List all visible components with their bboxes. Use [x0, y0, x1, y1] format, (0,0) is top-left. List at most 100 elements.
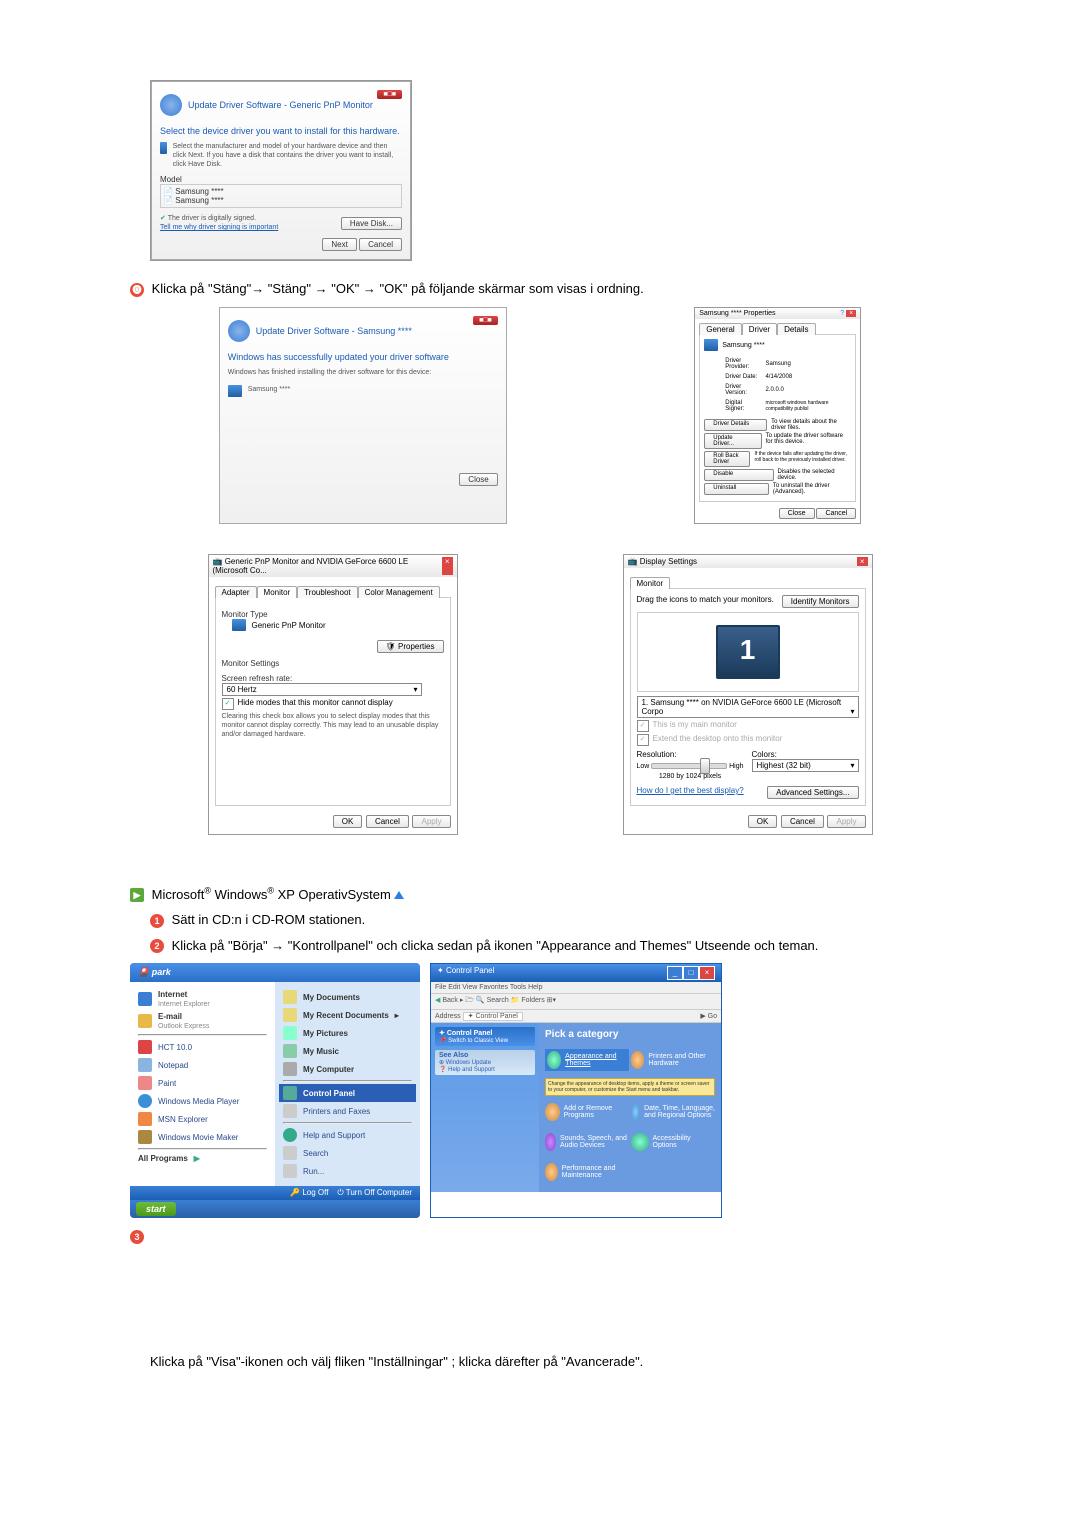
back-button[interactable] — [228, 320, 250, 342]
pick-category: Pick a category — [545, 1029, 715, 1040]
model-row[interactable]: 📄 Samsung **** — [163, 196, 399, 205]
refresh-label: Screen refresh rate: — [222, 674, 444, 683]
cancel-button[interactable]: Cancel — [816, 508, 856, 519]
ok-button[interactable]: OK — [333, 815, 363, 828]
tab-details[interactable]: Details — [777, 323, 815, 335]
cat-appearance[interactable]: Appearance and Themes — [545, 1049, 629, 1071]
model-label: Model — [160, 175, 402, 184]
best-display-link[interactable]: How do I get the best display? — [637, 786, 744, 799]
update-driver-button[interactable]: Update Driver... — [704, 433, 761, 449]
back-button[interactable] — [160, 94, 182, 116]
advanced-button[interactable]: Advanced Settings... — [767, 786, 858, 799]
properties-button[interactable]: 🛡 Properties — [377, 640, 444, 653]
cat-performance[interactable]: Performance and Maintenance — [545, 1163, 629, 1181]
success-title: Windows has successfully updated your dr… — [228, 352, 498, 362]
window-title: Samsung **** Properties — [699, 310, 775, 317]
tab-driver[interactable]: Driver — [742, 323, 777, 335]
have-disk-button[interactable]: Have Disk... — [341, 217, 402, 230]
up-arrow-icon — [394, 891, 404, 899]
signing-link[interactable]: Tell me why driver signing is important — [160, 224, 278, 231]
start-recent[interactable]: My Recent Documents ▸ — [283, 1006, 412, 1024]
step-marker-1: 1 — [150, 914, 164, 928]
cancel-button[interactable]: Cancel — [781, 815, 824, 828]
start-pics[interactable]: My Pictures — [283, 1024, 412, 1042]
cat-sounds[interactable]: Sounds, Speech, and Audio Devices — [545, 1133, 629, 1151]
monitor-preview[interactable]: 1 — [716, 625, 780, 679]
settings-label: Monitor Settings — [222, 659, 444, 668]
resolution-slider[interactable] — [651, 763, 727, 769]
turnoff-button[interactable]: ⏻ Turn Off Computer — [337, 1188, 412, 1197]
colors-label: Colors: — [752, 750, 859, 759]
cancel-button[interactable]: Cancel — [359, 238, 402, 251]
cancel-button[interactable]: Cancel — [366, 815, 409, 828]
apply-button[interactable]: Apply — [827, 815, 865, 828]
start-internet[interactable]: InternetInternet Explorer — [138, 988, 267, 1010]
tab-color[interactable]: Color Management — [358, 586, 440, 598]
logoff-button[interactable]: 🔑 Log Off — [290, 1188, 328, 1197]
start-docs[interactable]: My Documents — [283, 988, 412, 1006]
resolution-value: 1280 by 1024 pixels — [637, 773, 744, 780]
window-controls[interactable]: _□× — [667, 966, 715, 980]
rollback-button[interactable]: Roll Back Driver — [704, 451, 750, 467]
signed-label: The driver is digitally signed. — [168, 215, 256, 222]
start-control-panel[interactable]: Control Panel — [279, 1084, 416, 1102]
warning-text: Clearing this check box allows you to se… — [222, 712, 444, 739]
start-music[interactable]: My Music — [283, 1042, 412, 1060]
step1-text: Sätt in CD:n i CD-ROM stationen. — [172, 912, 366, 927]
bottom-instruction: Klicka på "Visa"-ikonen och välj fliken … — [150, 1354, 950, 1369]
xp-heading: Microsoft® Windows® XP OperativSystem — [152, 887, 391, 902]
next-button[interactable]: Next — [322, 238, 356, 251]
device-name: Samsung **** — [248, 385, 290, 397]
model-row[interactable]: 📄 Samsung **** — [163, 187, 399, 196]
start-computer[interactable]: My Computer — [283, 1060, 412, 1078]
window-title: 📺 Generic PnP Monitor and NVIDIA GeForce… — [213, 557, 442, 575]
start-paint[interactable]: Paint — [138, 1074, 267, 1092]
monitor-type-label: Monitor Type — [222, 610, 444, 619]
cat-addremove[interactable]: Add or Remove Programs — [545, 1103, 629, 1121]
ok-button[interactable]: OK — [748, 815, 778, 828]
drag-label: Drag the icons to match your monitors. — [637, 595, 774, 608]
apply-button[interactable]: Apply — [412, 815, 450, 828]
start-button[interactable]: start — [136, 1202, 176, 1216]
instruction-text: Klicka på "Stäng"→ "Stäng" → "OK" → "OK"… — [152, 281, 644, 296]
close-button[interactable]: Close — [779, 508, 815, 519]
monitor-icon — [160, 142, 167, 154]
start-notepad[interactable]: Notepad — [138, 1056, 267, 1074]
tab-monitor[interactable]: Monitor — [630, 577, 671, 589]
adapter-dropdown[interactable]: 1. Samsung **** on NVIDIA GeForce 6600 L… — [637, 696, 859, 718]
identify-button[interactable]: Identify Monitors — [782, 595, 859, 608]
start-wmp[interactable]: Windows Media Player — [138, 1092, 267, 1110]
dialog-title: Select the device driver you want to ins… — [160, 126, 402, 136]
cat-printers[interactable]: Printers and Other Hardware — [631, 1049, 715, 1071]
driver-details-button[interactable]: Driver Details — [704, 419, 767, 431]
cat-accessibility[interactable]: Accessibility Options — [631, 1133, 715, 1151]
start-help[interactable]: Help and Support — [283, 1126, 412, 1144]
start-hct[interactable]: HCT 10.0 — [138, 1038, 267, 1056]
tab-general[interactable]: General — [699, 323, 741, 335]
colors-dropdown[interactable]: Highest (32 bit) — [752, 759, 859, 772]
disable-button[interactable]: Disable — [704, 469, 773, 481]
start-msn[interactable]: MSN Explorer — [138, 1110, 267, 1128]
close-icon[interactable]: × — [846, 310, 856, 317]
cat-datetime[interactable]: Date, Time, Language, and Regional Optio… — [631, 1103, 715, 1121]
tooltip: Change the appearance of desktop items, … — [545, 1078, 715, 1096]
close-icon[interactable]: × — [857, 557, 868, 566]
start-printers[interactable]: Printers and Faxes — [283, 1102, 412, 1120]
tab-troubleshoot[interactable]: Troubleshoot — [297, 586, 357, 598]
refresh-dropdown[interactable]: 60 Hertz — [222, 683, 422, 696]
close-icon[interactable]: × — [442, 557, 453, 575]
start-email[interactable]: E-mailOutlook Express — [138, 1010, 267, 1032]
close-icon: ■□■ — [473, 316, 498, 325]
start-run[interactable]: Run... — [283, 1162, 412, 1180]
cp-menu[interactable]: File Edit View Favorites Tools Help — [431, 982, 721, 994]
tab-adapter[interactable]: Adapter — [215, 586, 257, 598]
monitor-icon — [232, 619, 246, 631]
start-all-programs[interactable]: All Programs ▶ — [138, 1152, 267, 1165]
start-wmm[interactable]: Windows Movie Maker — [138, 1128, 267, 1146]
hide-modes-label: Hide modes that this monitor cannot disp… — [238, 698, 393, 707]
close-button[interactable]: Close — [459, 473, 497, 486]
uninstall-button[interactable]: Uninstall — [704, 483, 769, 495]
start-search[interactable]: Search — [283, 1144, 412, 1162]
tab-monitor[interactable]: Monitor — [257, 586, 298, 598]
hide-modes-checkbox[interactable]: ✓ — [222, 698, 234, 710]
